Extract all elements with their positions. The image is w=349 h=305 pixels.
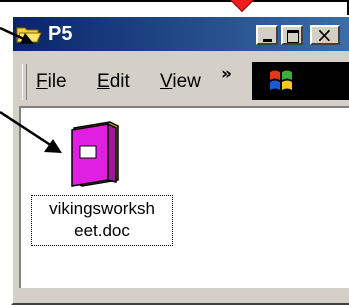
annotation-arrows — [0, 26, 62, 153]
